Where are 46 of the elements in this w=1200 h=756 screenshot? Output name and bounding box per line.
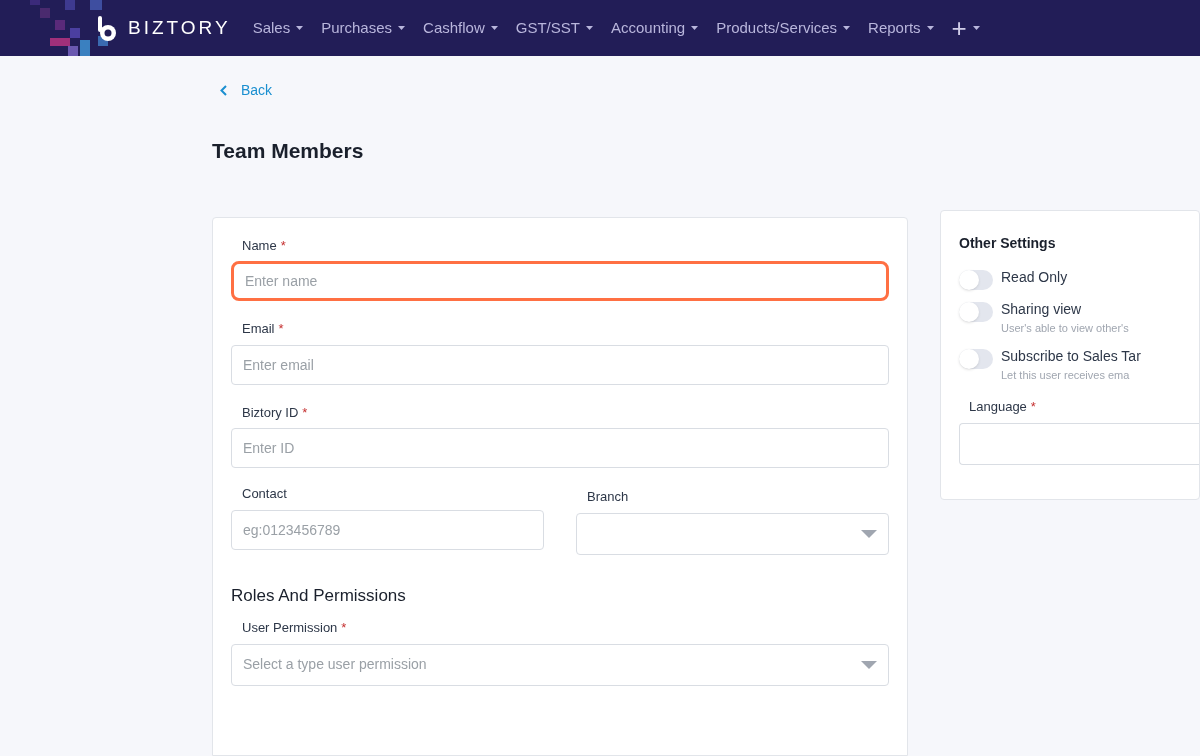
input-field[interactable]: Enter name xyxy=(231,261,889,301)
nav-menu[interactable]: Sales xyxy=(252,16,304,40)
toggle-hint: Let this user receives ema xyxy=(1001,367,1131,383)
select-field[interactable] xyxy=(576,512,889,555)
panel-title: Other Settings xyxy=(959,234,1057,253)
dropdown-caret-icon xyxy=(861,529,877,538)
required-mark: * xyxy=(280,236,286,255)
required-mark: * xyxy=(1030,398,1036,416)
required-mark: * xyxy=(302,403,308,422)
section-heading: Roles And Permissions xyxy=(231,584,407,607)
page-title: Team Members xyxy=(212,138,365,164)
brand-name: BIZTORY xyxy=(128,15,231,40)
field-label: Contact xyxy=(242,485,287,503)
caret-icon xyxy=(296,26,304,30)
nav-menu[interactable]: Purchases xyxy=(321,16,406,40)
field-label: Biztory ID xyxy=(242,403,299,422)
nav-menu[interactable]: Accounting xyxy=(610,16,699,40)
field-label: User Permission xyxy=(242,619,338,637)
toggle-switch[interactable] xyxy=(959,348,993,369)
field-label: Name xyxy=(242,236,277,255)
toggle-switch[interactable] xyxy=(959,302,993,322)
caret-icon xyxy=(691,26,699,30)
toggle-switch[interactable] xyxy=(959,270,993,290)
caret-icon xyxy=(926,26,934,30)
caret-icon xyxy=(843,26,851,30)
required-mark: * xyxy=(341,619,347,637)
caret-icon xyxy=(585,26,593,30)
nav-menu[interactable]: Reports xyxy=(868,16,934,40)
nav-menu[interactable]: Products/Services xyxy=(716,16,851,40)
caret-icon xyxy=(398,26,406,30)
toggle-label: Read Only xyxy=(1001,268,1068,287)
toggle-label: Sharing view xyxy=(1001,300,1083,319)
field-label: Language xyxy=(969,398,1027,416)
toggle-label: Subscribe to Sales Tar xyxy=(1001,346,1141,366)
field-label: Branch xyxy=(587,488,629,506)
nav-menu[interactable]: + xyxy=(951,15,980,41)
dropdown-caret-icon xyxy=(861,660,877,669)
field-label: Email xyxy=(242,320,275,338)
select-field[interactable] xyxy=(959,422,1199,465)
nav-menu[interactable]: GST/SST xyxy=(515,16,593,40)
required-mark: * xyxy=(278,320,284,338)
caret-icon xyxy=(490,26,498,30)
chevron-left-icon xyxy=(220,85,227,96)
caret-icon xyxy=(972,26,980,30)
nav-menu[interactable]: Cashflow xyxy=(423,16,498,40)
toggle-hint: User's able to view other's xyxy=(1001,321,1129,336)
